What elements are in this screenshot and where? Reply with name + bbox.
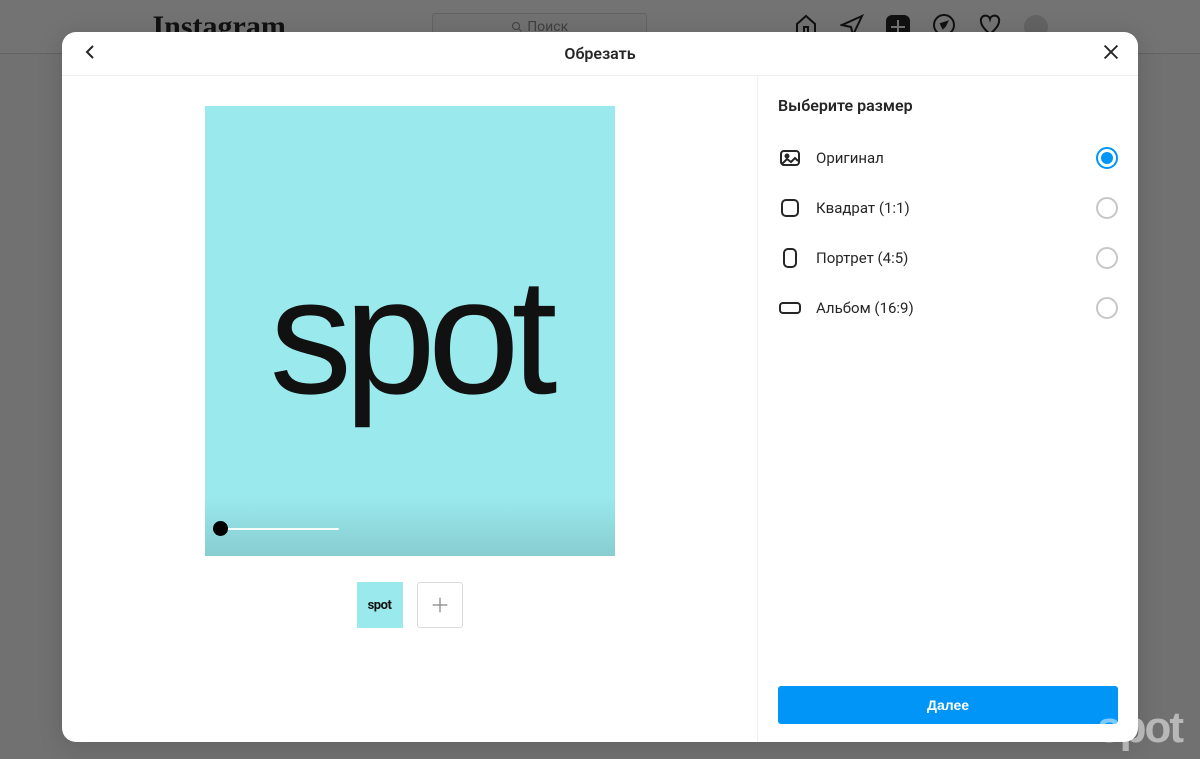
image-icon — [778, 146, 802, 170]
zoom-slider-track[interactable] — [219, 528, 339, 530]
crop-option-original[interactable]: Оригинал — [778, 133, 1118, 183]
crop-option-square[interactable]: Квадрат (1:1) — [778, 183, 1118, 233]
close-button[interactable] — [1100, 41, 1122, 67]
back-button[interactable] — [78, 40, 102, 68]
close-icon — [1100, 41, 1122, 63]
add-media-button[interactable] — [417, 582, 463, 628]
square-icon — [778, 196, 802, 220]
radio-unselected[interactable] — [1096, 297, 1118, 319]
option-label: Квадрат (1:1) — [816, 199, 910, 217]
portrait-icon — [778, 246, 802, 270]
landscape-icon — [778, 296, 802, 320]
radio-unselected[interactable] — [1096, 197, 1118, 219]
zoom-slider-thumb[interactable] — [213, 521, 228, 536]
preview-gradient — [205, 496, 615, 556]
modal-title: Обрезать — [564, 44, 635, 63]
modal-body: spot spot Выберите размер — [62, 76, 1138, 742]
chevron-left-icon — [78, 40, 102, 64]
crop-option-landscape[interactable]: Альбом (16:9) — [778, 283, 1118, 333]
crop-pane: spot spot — [62, 76, 758, 742]
options-pane: Выберите размер Оригинал Квадрат (1:1) — [758, 76, 1138, 742]
option-label: Портрет (4:5) — [816, 249, 908, 267]
crop-option-portrait[interactable]: Портрет (4:5) — [778, 233, 1118, 283]
next-button[interactable]: Далее — [778, 686, 1118, 724]
modal-overlay[interactable]: Обрезать spot spot — [0, 0, 1200, 759]
radio-unselected[interactable] — [1096, 247, 1118, 269]
spacer — [778, 333, 1118, 686]
plus-icon — [429, 594, 451, 616]
radio-selected[interactable] — [1096, 147, 1118, 169]
modal-header: Обрезать — [62, 32, 1138, 76]
preview-content: spot — [270, 254, 550, 419]
crop-modal: Обрезать spot spot — [62, 32, 1138, 742]
thumbnail-1[interactable]: spot — [357, 582, 403, 628]
image-preview[interactable]: spot — [205, 106, 615, 556]
option-label: Оригинал — [816, 149, 884, 167]
option-label: Альбом (16:9) — [816, 299, 914, 317]
options-title: Выберите размер — [778, 96, 1118, 115]
thumbnail-row: spot — [357, 582, 463, 628]
